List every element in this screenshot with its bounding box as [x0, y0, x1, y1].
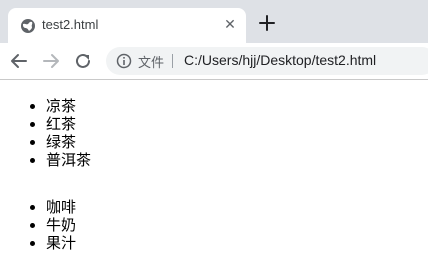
forward-arrow-icon[interactable]	[42, 52, 60, 70]
list-item: 凉茶	[46, 97, 91, 115]
url-text[interactable]: C:/Users/hjj/Desktop/test2.html	[184, 52, 376, 68]
list-item: 牛奶	[46, 216, 76, 234]
address-bar[interactable]: 文件 C:/Users/hjj/Desktop/test2.html	[106, 47, 428, 75]
page-content: 凉茶 红茶 绿茶 普洱茶 咖啡 牛奶 果汁	[0, 80, 428, 270]
list-item: 咖啡	[46, 198, 76, 216]
tab-active[interactable]: test2.html ✕	[8, 8, 246, 43]
list-drinks: 咖啡 牛奶 果汁	[0, 198, 76, 252]
address-separator	[172, 54, 173, 68]
list-item: 普洱茶	[46, 151, 91, 169]
globe-icon	[21, 19, 35, 33]
toolbar: 文件 C:/Users/hjj/Desktop/test2.html	[0, 43, 428, 80]
tab-strip: test2.html ✕	[0, 0, 428, 43]
browser-window: test2.html ✕ 文件 C:/Users/hjj/Desktop/tes…	[0, 0, 428, 270]
new-tab-plus-icon[interactable]	[258, 14, 276, 32]
list-item: 绿茶	[46, 133, 91, 151]
close-icon[interactable]: ✕	[222, 17, 238, 33]
info-icon[interactable]	[116, 53, 132, 69]
list-item: 红茶	[46, 115, 91, 133]
back-arrow-icon[interactable]	[10, 52, 28, 70]
tab-title: test2.html	[42, 17, 99, 32]
list-tea: 凉茶 红茶 绿茶 普洱茶	[0, 97, 91, 169]
list-item: 果汁	[46, 234, 76, 252]
origin-label: 文件	[138, 56, 165, 71]
reload-icon[interactable]	[74, 52, 92, 70]
